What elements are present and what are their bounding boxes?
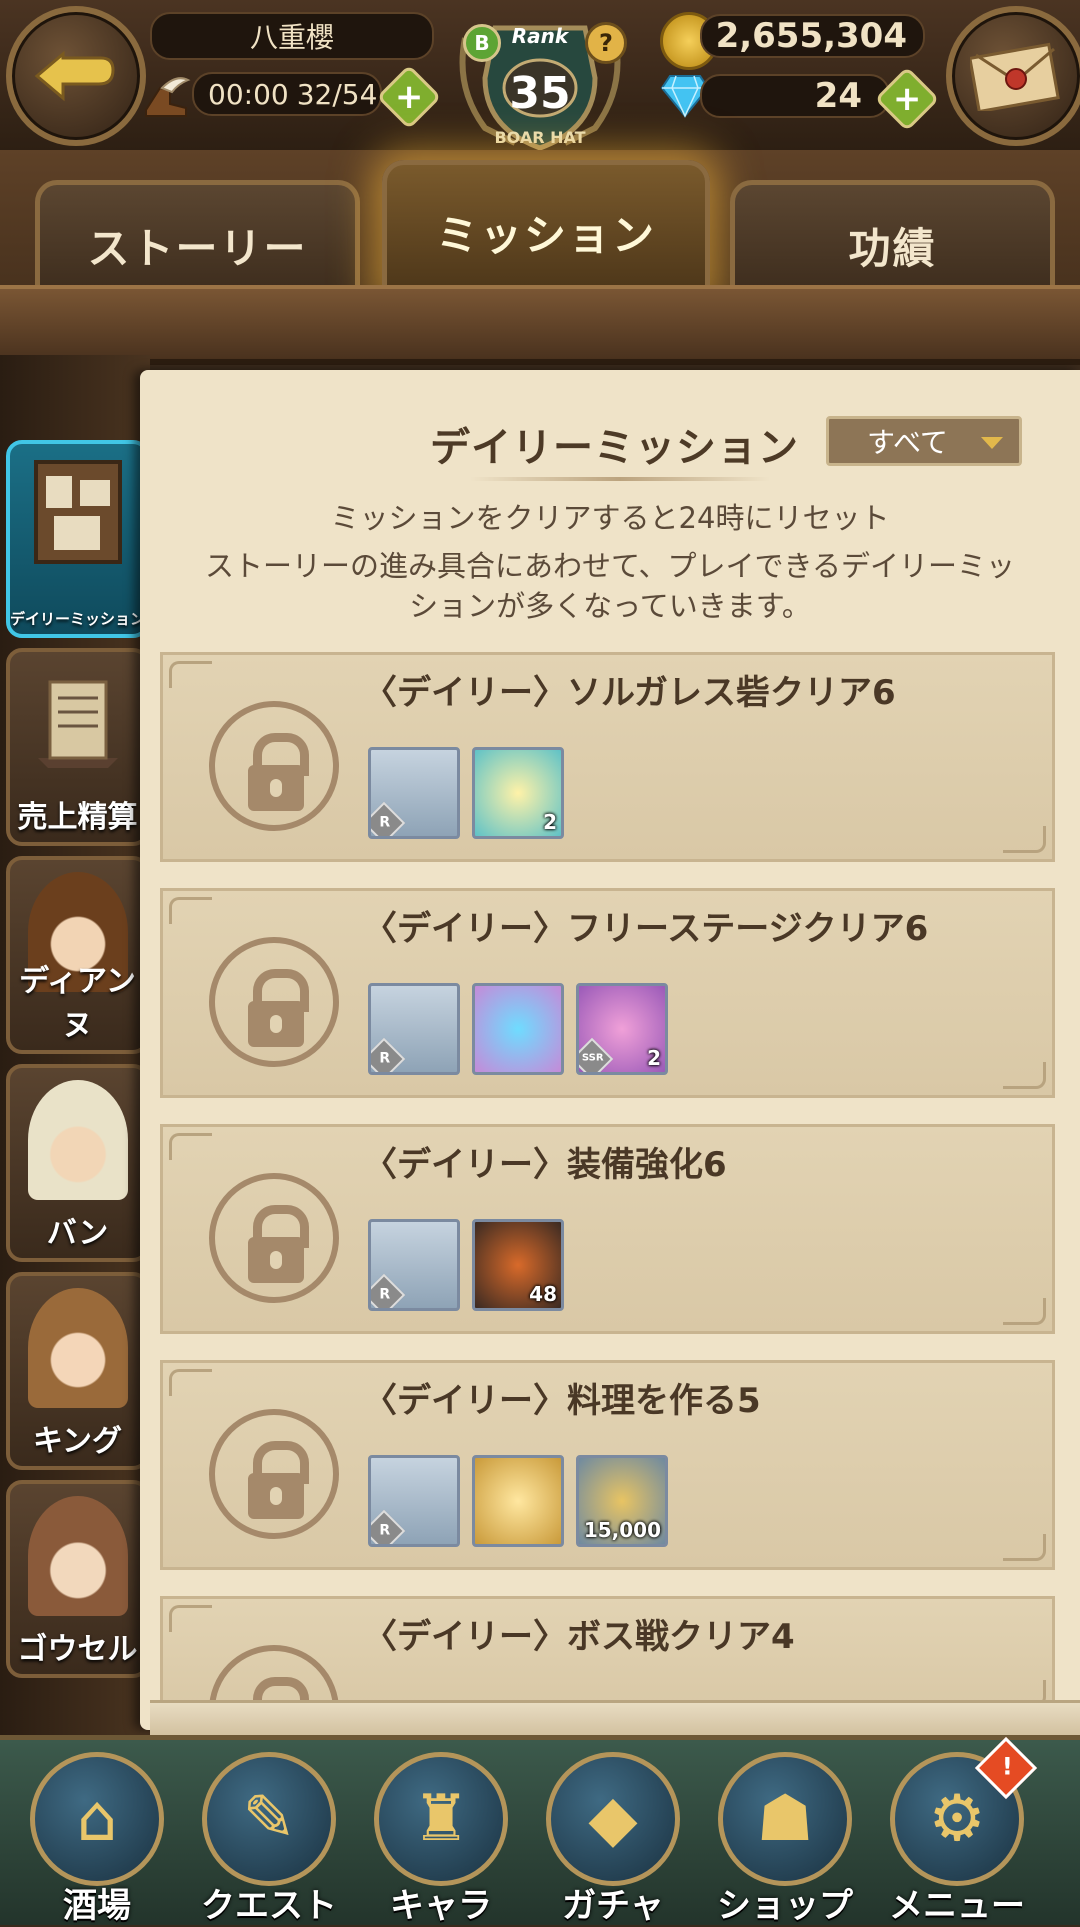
golden-potion-icon[interactable]: 2	[472, 747, 564, 839]
player-name: 八重櫻	[249, 21, 334, 54]
filter-dropdown[interactable]: すべて	[826, 416, 1022, 466]
plus-icon: +	[394, 77, 424, 117]
sidebar-item-king[interactable]: キング	[6, 1272, 149, 1470]
mission-card[interactable]: 〈デイリー〉装備強化6 R 48	[160, 1124, 1055, 1334]
reward-quantity: 48	[529, 1282, 557, 1306]
mission-title: 〈デイリー〉ボス戦クリア4	[363, 1617, 795, 1657]
gem-amount: 24	[814, 76, 862, 116]
bread-dish-icon[interactable]: R	[368, 1455, 460, 1547]
nav-quest-button[interactable]: ✎ クエスト	[194, 1752, 344, 1926]
add-gems-button[interactable]: +	[874, 66, 940, 132]
top-bar: 八重櫻 00:00 32/54 + Rank 35 BOAR HAT B ? 2…	[0, 0, 1080, 154]
treasure-chest-icon[interactable]: SSR 2	[576, 983, 668, 1075]
gold-coin-icon[interactable]: 15,000	[576, 1455, 668, 1547]
helmet-icon: ♜	[374, 1752, 508, 1886]
sidebar-item-diane[interactable]: ディアンヌ	[6, 856, 149, 1054]
rarity-label: R	[379, 1286, 391, 1303]
nav-shop-button[interactable]: ☗ ショップ	[710, 1752, 860, 1926]
sidebar-item-label: デイリーミッション	[10, 610, 146, 628]
mission-card[interactable]: 〈デイリー〉料理を作る5 R 15,000	[160, 1360, 1055, 1570]
reward-quantity: 15,000	[583, 1518, 661, 1542]
mission-card[interactable]: 〈デイリー〉フリーステージクリア6 R SSR 2	[160, 888, 1055, 1098]
lock-icon	[209, 1173, 339, 1303]
plus-icon: +	[892, 79, 922, 119]
gold-amount: 2,655,304	[715, 16, 907, 56]
sidebar-item-daily-missions[interactable]: デイリーミッション	[6, 440, 149, 638]
envelope-icon	[970, 42, 1060, 111]
rank-value: 35	[509, 68, 571, 119]
scroll-icon: ✎	[202, 1752, 336, 1886]
orange-potion-icon[interactable]	[472, 1455, 564, 1547]
fire-crystal-icon[interactable]: 48	[472, 1219, 564, 1311]
nav-tavern-button[interactable]: ⌂ 酒場	[22, 1752, 172, 1926]
mail-button[interactable]	[946, 6, 1080, 146]
seafood-dish-icon[interactable]: R	[368, 983, 460, 1075]
mission-card[interactable]: 〈デイリー〉ソルガレス砦クリア6 R 2	[160, 652, 1055, 862]
rarity-label: R	[379, 1050, 391, 1067]
lock-icon	[209, 937, 339, 1067]
nav-character-button[interactable]: ♜ キャラ	[366, 1752, 516, 1926]
sidebar-item-gowther[interactable]: ゴウセル	[6, 1480, 149, 1678]
reward-quantity: 2	[647, 1046, 661, 1070]
ledger-icon	[38, 680, 118, 768]
tab-missions[interactable]: ミッション	[382, 160, 710, 300]
filter-value: すべて	[867, 426, 948, 459]
sidebar-item-label: ディアンヌ	[19, 964, 136, 1043]
sidebar-item-sales[interactable]: 売上精算	[6, 648, 149, 846]
panel-title: デイリーミッション	[430, 425, 799, 471]
rarity-label: SSR	[581, 1052, 604, 1064]
rank-banner: BOAR HAT	[494, 128, 586, 147]
back-arrow-icon	[34, 50, 115, 102]
chevron-down-icon	[981, 437, 1003, 449]
reward-quantity: 2	[543, 810, 557, 834]
sidebar-item-label: 売上精算	[17, 800, 138, 835]
rank-badge[interactable]: Rank 35 BOAR HAT B ?	[445, 8, 635, 158]
mission-board-icon	[34, 460, 122, 564]
king-portrait	[28, 1288, 128, 1408]
nav-menu-button[interactable]: ⚙ ! メニュー	[882, 1736, 1038, 1926]
pie-dish-icon[interactable]: R	[368, 1219, 460, 1311]
rank-letter-badge: B	[463, 24, 501, 62]
pudding-dish-icon[interactable]: R	[368, 747, 460, 839]
mission-card[interactable]: 〈デイリー〉ボス戦クリア4	[160, 1596, 1055, 1716]
gem-display: 24	[700, 74, 890, 118]
crystal-icon: ◆	[546, 1752, 680, 1886]
sidebar-item-label: キング	[32, 1424, 123, 1459]
mission-title: 〈デイリー〉ソルガレス砦クリア6	[363, 673, 896, 713]
bottom-nav: ⌂ 酒場 ✎ クエスト ♜ キャラ ◆ ガチャ ☗ ショップ ⚙ ! メニュー	[0, 1735, 1080, 1926]
lock-icon	[209, 701, 339, 831]
diamond-gem-icon[interactable]	[472, 983, 564, 1075]
panel-description-line3: ションが多くなっていきます。	[409, 589, 811, 623]
ban-portrait	[28, 1080, 128, 1200]
lock-icon	[209, 1409, 339, 1539]
shop-sign-icon: ☗	[718, 1752, 852, 1886]
sidebar-item-label: バン	[46, 1216, 109, 1251]
title-divider	[470, 477, 770, 481]
nav-gacha-button[interactable]: ◆ ガチャ	[538, 1752, 688, 1926]
player-name-plate: 八重櫻	[150, 12, 434, 60]
stamina-value: 32/54	[296, 77, 378, 111]
mission-title: 〈デイリー〉料理を作る5	[363, 1381, 761, 1421]
tavern-icon: ⌂	[30, 1752, 164, 1886]
stamina-timer: 00:00	[208, 77, 289, 111]
stamina-display: 00:00 32/54	[192, 72, 382, 116]
sidebar-item-label: ゴウセル	[17, 1632, 138, 1667]
sidebar-item-ban[interactable]: バン	[6, 1064, 149, 1262]
mission-title: 〈デイリー〉装備強化6	[363, 1145, 727, 1185]
help-button[interactable]: ?	[585, 22, 627, 64]
mission-title: 〈デイリー〉フリーステージクリア6	[363, 909, 929, 949]
add-stamina-button[interactable]: +	[376, 64, 442, 130]
rarity-label: R	[379, 814, 391, 831]
panel-description-line1: ミッションをクリアすると24時にリセット	[330, 501, 890, 535]
panel-description-line2: ストーリーの進み具合にあわせて、プレイできるデイリーミッ	[205, 549, 1015, 583]
alert-icon: !	[1001, 1752, 1013, 1781]
winged-boot-icon	[140, 70, 192, 122]
back-button[interactable]	[6, 6, 146, 146]
rarity-label: R	[379, 1522, 391, 1539]
gowther-portrait	[28, 1496, 128, 1616]
gold-display: 2,655,304	[700, 14, 925, 58]
shelf-divider	[0, 285, 1080, 365]
